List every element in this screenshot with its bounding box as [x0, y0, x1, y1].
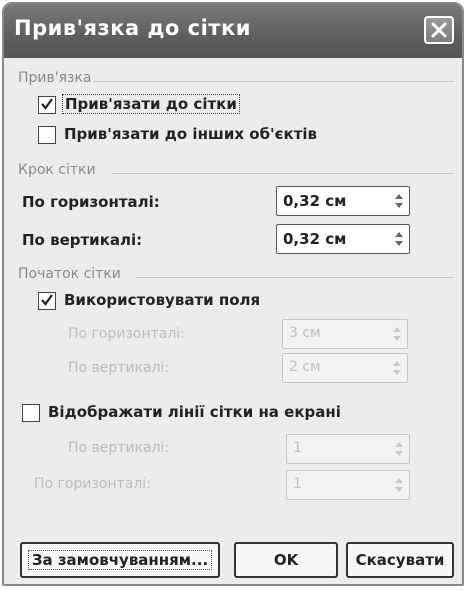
default-button-label: За замовчуванням... [27, 550, 213, 570]
origin-vertical-spinner[interactable]: 2 см [282, 353, 408, 383]
horizontal-every-spinner[interactable]: 1 [286, 470, 410, 500]
spin-arrows-icon[interactable] [393, 229, 405, 249]
snap-to-objects-checkbox[interactable] [38, 126, 56, 144]
origin-horizontal-label: По горизонталі: [68, 326, 185, 342]
origin-group-label: Початок сітки [18, 266, 121, 282]
check-mark-icon [41, 98, 53, 110]
spacing-vertical-spinner[interactable]: 0,32 см [276, 224, 410, 254]
spacing-group-label: Крок сітки [18, 162, 96, 178]
spacing-horizontal-value: 0,32 см [283, 192, 347, 210]
show-gridlines-checkbox[interactable] [22, 404, 40, 422]
horizontal-every-value: 1 [293, 476, 302, 492]
use-margins-label[interactable]: Використовувати поля [64, 291, 260, 309]
use-margins-checkbox[interactable] [38, 292, 56, 310]
close-button[interactable] [424, 16, 454, 44]
dialog-title: Прив'язка до сітки [14, 16, 251, 40]
snap-to-objects-label[interactable]: Прив'язати до інших об'єктів [64, 125, 317, 143]
spacing-vertical-label: По вертикалі: [22, 231, 143, 249]
close-x-icon [431, 22, 447, 38]
origin-vertical-label: По вертикалі: [68, 360, 170, 376]
spin-arrows-icon[interactable] [391, 324, 403, 344]
spacing-vertical-value: 0,32 см [283, 230, 347, 248]
origin-vertical-value: 2 см [289, 359, 321, 375]
cancel-button[interactable]: Скасувати [346, 542, 454, 578]
spacing-horizontal-spinner[interactable]: 0,32 см [276, 186, 410, 216]
check-mark-icon [41, 294, 53, 306]
spin-arrows-icon[interactable] [393, 191, 405, 211]
spin-arrows-icon[interactable] [393, 439, 405, 459]
spin-arrows-icon[interactable] [391, 358, 403, 378]
ok-button[interactable]: OK [234, 542, 338, 578]
snap-group-divider [94, 81, 454, 82]
spacing-horizontal-label: По горизонталі: [22, 193, 160, 211]
snap-to-grid-checkbox[interactable] [38, 96, 56, 114]
origin-horizontal-value: 3 см [289, 325, 321, 341]
snap-to-grid-label[interactable]: Прив'язати до сітки [62, 94, 240, 114]
snap-group-label: Прив'язка [18, 70, 92, 86]
spacing-group-divider [112, 173, 454, 174]
origin-horizontal-spinner[interactable]: 3 см [282, 319, 408, 349]
show-gridlines-label[interactable]: Відображати лінії сітки на екрані [48, 403, 341, 421]
spin-arrows-icon[interactable] [393, 475, 405, 495]
origin-group-divider [136, 277, 454, 278]
vertical-every-value: 1 [293, 440, 302, 456]
horizontal-every-label: По горизонталі: [34, 476, 151, 492]
title-bar: Прив'язка до сітки [4, 4, 462, 58]
vertical-every-spinner[interactable]: 1 [286, 434, 410, 464]
snap-to-grid-text: Прив'язати до сітки [62, 94, 240, 114]
vertical-every-label: По вертикалі: [68, 440, 170, 456]
snap-to-grid-dialog: Прив'язка до сітки Прив'язка Прив'язати … [2, 2, 464, 586]
default-button[interactable]: За замовчуванням... [20, 542, 220, 578]
